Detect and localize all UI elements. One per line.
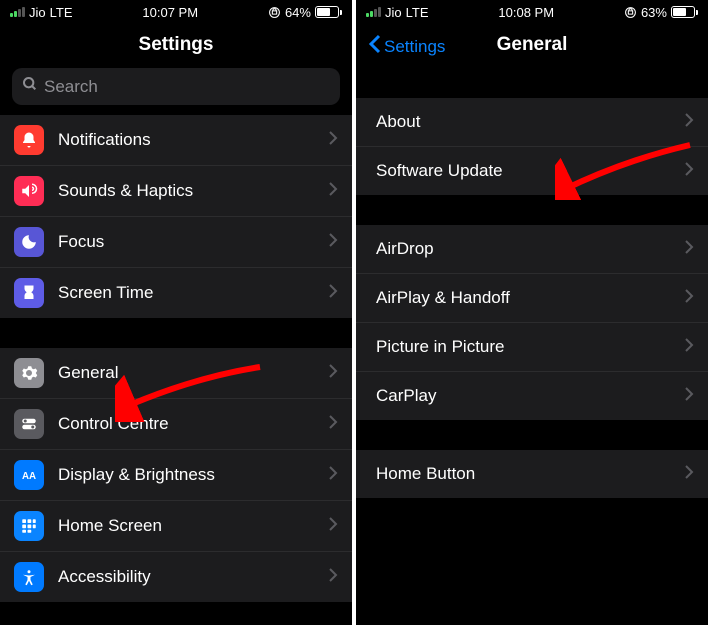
row-label: Home Screen: [58, 516, 328, 536]
row-control[interactable]: Control Centre: [0, 399, 352, 450]
focus-icon: [14, 227, 44, 257]
home-screen-icon: [14, 511, 44, 541]
row-focus[interactable]: Focus: [0, 217, 352, 268]
chevron-right-icon: [684, 386, 694, 407]
screentime-icon: [14, 278, 44, 308]
sounds-icon: [14, 176, 44, 206]
row-notifications[interactable]: Notifications: [0, 115, 352, 166]
row-label: Home Button: [370, 460, 684, 488]
svg-text:AA: AA: [22, 471, 36, 482]
chevron-right-icon: [328, 130, 338, 151]
row-label: Screen Time: [58, 283, 328, 303]
chevron-right-icon: [328, 232, 338, 253]
row-accessibility[interactable]: Accessibility: [0, 552, 352, 602]
row-label: AirDrop: [370, 235, 684, 263]
chevron-right-icon: [684, 239, 694, 260]
display-icon: AA: [14, 460, 44, 490]
row-home-button[interactable]: Home Button: [356, 450, 708, 498]
row-label: AirPlay & Handoff: [370, 284, 684, 312]
back-label: Settings: [384, 37, 445, 57]
row-label: Sounds & Haptics: [58, 181, 328, 201]
row-display[interactable]: AA Display & Brightness: [0, 450, 352, 501]
search-input[interactable]: Search: [12, 68, 340, 105]
chevron-right-icon: [328, 465, 338, 486]
row-about[interactable]: About: [356, 98, 708, 147]
nav-header: Settings: [0, 24, 352, 68]
row-pip[interactable]: Picture in Picture: [356, 323, 708, 372]
chevron-right-icon: [328, 181, 338, 202]
row-label: Display & Brightness: [58, 465, 328, 485]
orientation-lock-icon: [624, 6, 637, 19]
row-airplay[interactable]: AirPlay & Handoff: [356, 274, 708, 323]
chevron-right-icon: [328, 283, 338, 304]
chevron-right-icon: [328, 567, 338, 588]
chevron-right-icon: [328, 516, 338, 537]
general-icon: [14, 358, 44, 388]
chevron-left-icon: [368, 34, 382, 59]
signal-icon: [10, 7, 25, 17]
general-screen: Jio LTE 10:08 PM 63% Settings General Ab…: [356, 0, 708, 625]
row-label: About: [370, 108, 684, 136]
nav-header: Settings General: [356, 24, 708, 68]
chevron-right-icon: [328, 363, 338, 384]
notifications-icon: [14, 125, 44, 155]
row-airdrop[interactable]: AirDrop: [356, 225, 708, 274]
accessibility-icon: [14, 562, 44, 592]
row-label: Picture in Picture: [370, 333, 684, 361]
clock-label: 10:08 PM: [498, 5, 554, 20]
network-label: LTE: [50, 5, 73, 20]
chevron-right-icon: [684, 288, 694, 309]
row-home[interactable]: Home Screen: [0, 501, 352, 552]
status-bar: Jio LTE 10:07 PM 64%: [0, 0, 352, 24]
row-carplay[interactable]: CarPlay: [356, 372, 708, 420]
chevron-right-icon: [328, 414, 338, 435]
row-label: General: [58, 363, 328, 383]
clock-label: 10:07 PM: [142, 5, 198, 20]
orientation-lock-icon: [268, 6, 281, 19]
row-label: Notifications: [58, 130, 328, 150]
chevron-right-icon: [684, 337, 694, 358]
battery-icon: [671, 6, 698, 18]
search-placeholder: Search: [44, 77, 98, 97]
control-centre-icon: [14, 409, 44, 439]
page-title: Settings: [0, 34, 352, 56]
network-label: LTE: [406, 5, 429, 20]
status-bar: Jio LTE 10:08 PM 63%: [356, 0, 708, 24]
row-label: Focus: [58, 232, 328, 252]
row-label: CarPlay: [370, 382, 684, 410]
chevron-right-icon: [684, 464, 694, 485]
battery-icon: [315, 6, 342, 18]
settings-screen: Jio LTE 10:07 PM 64% Settings Search Not…: [0, 0, 352, 625]
row-software-update[interactable]: Software Update: [356, 147, 708, 195]
row-sounds[interactable]: Sounds & Haptics: [0, 166, 352, 217]
signal-icon: [366, 7, 381, 17]
battery-pct: 63%: [641, 5, 667, 20]
battery-pct: 64%: [285, 5, 311, 20]
carrier-label: Jio: [385, 5, 402, 20]
row-label: Control Centre: [58, 414, 328, 434]
chevron-right-icon: [684, 112, 694, 133]
back-button[interactable]: Settings: [368, 34, 445, 59]
search-icon: [22, 76, 38, 97]
row-label: Software Update: [370, 157, 684, 185]
carrier-label: Jio: [29, 5, 46, 20]
row-screentime[interactable]: Screen Time: [0, 268, 352, 318]
chevron-right-icon: [684, 161, 694, 182]
row-label: Accessibility: [58, 567, 328, 587]
row-general[interactable]: General: [0, 348, 352, 399]
